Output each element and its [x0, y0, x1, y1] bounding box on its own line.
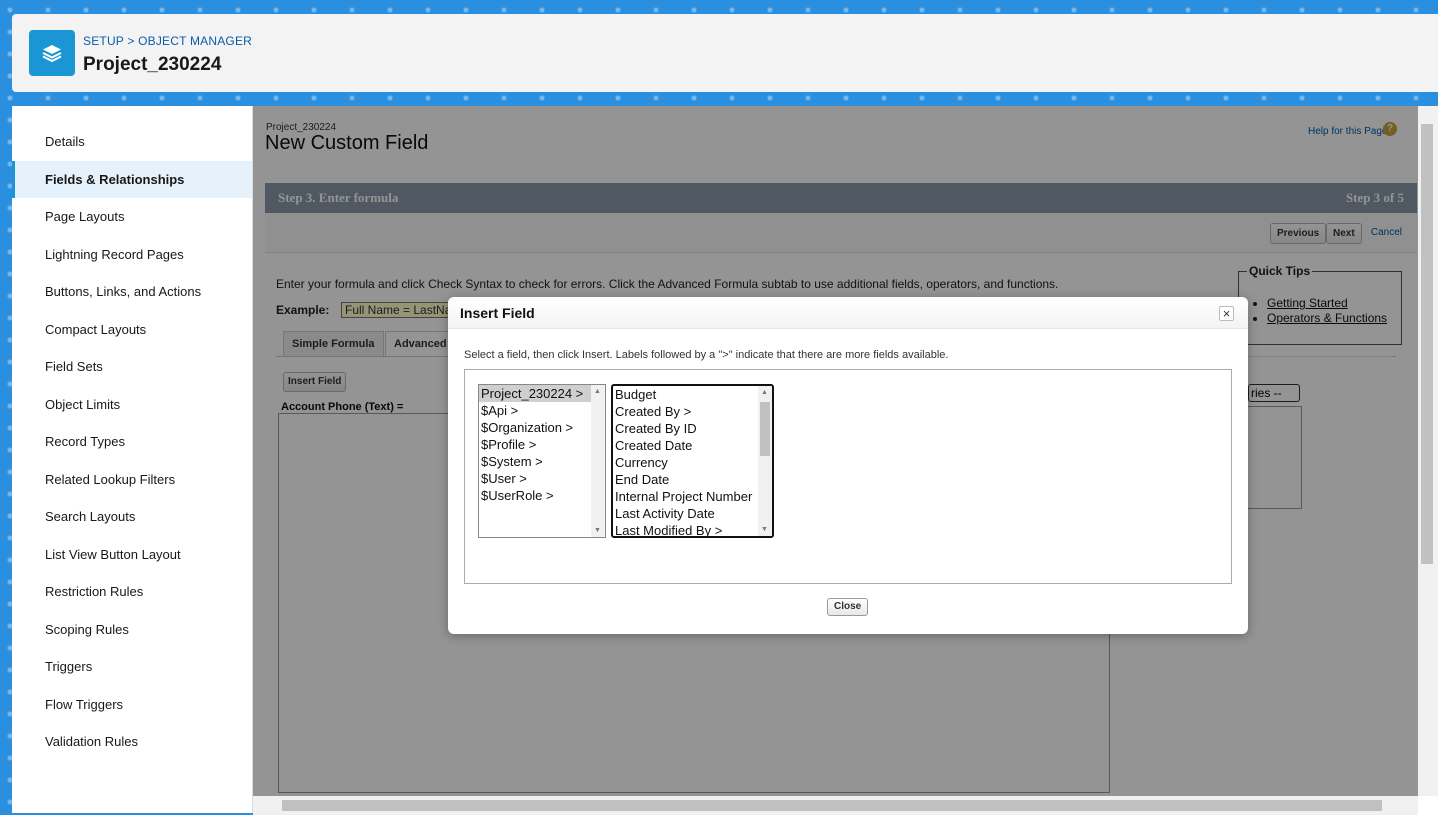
scrollbar-thumb[interactable] [282, 800, 1382, 811]
sidebar-item[interactable]: Compact Layouts [12, 311, 252, 349]
insert-field-dialog: Insert Field × Select a field, then clic… [448, 297, 1248, 634]
breadcrumb-setup[interactable]: SETUP [83, 34, 124, 48]
list-item[interactable]: Last Activity Date [613, 505, 772, 522]
sidebar-item[interactable]: Object Limits [12, 386, 252, 424]
list-item[interactable]: $Api > [479, 402, 605, 419]
sidebar-item[interactable]: Search Layouts [12, 498, 252, 536]
scroll-down-icon[interactable]: ▼ [761, 526, 768, 533]
dialog-header: Insert Field × [448, 297, 1248, 329]
scroll-up-icon[interactable]: ▲ [594, 388, 601, 395]
list-item[interactable]: Created By ID [613, 420, 772, 437]
sidebar-item[interactable]: Buttons, Links, and Actions [12, 273, 252, 311]
list-item[interactable]: End Date [613, 471, 772, 488]
scroll-down-icon[interactable]: ▼ [594, 527, 601, 534]
list-item[interactable]: Last Modified By > [613, 522, 772, 536]
dialog-title: Insert Field [460, 305, 535, 321]
sidebar-item[interactable]: Triggers [12, 648, 252, 686]
list-item[interactable]: $UserRole > [479, 487, 605, 504]
close-button[interactable]: Close [827, 598, 869, 616]
breadcrumb-object-manager[interactable]: OBJECT MANAGER [138, 34, 252, 48]
sidebar-item[interactable]: Validation Rules [12, 723, 252, 761]
object-listbox[interactable]: Project_230224 > $Api > $Organization > $Pr… [478, 384, 606, 538]
list-item[interactable]: Budget [613, 386, 772, 403]
sidebar-item[interactable]: Page Layouts [12, 198, 252, 236]
field-listbox[interactable]: Budget Created By > Created By ID Created D… [611, 384, 774, 538]
sidebar-item[interactable]: Fields & Relationships [12, 160, 252, 198]
list-item[interactable]: Internal Project Number [613, 488, 772, 505]
list-item[interactable]: $User > [479, 470, 605, 487]
sidebar-item[interactable]: Lightning Record Pages [12, 236, 252, 274]
vertical-scrollbar[interactable] [1418, 106, 1438, 796]
page-title: Project_230224 [83, 54, 222, 75]
sidebar-item[interactable]: Restriction Rules [12, 573, 252, 611]
layers-icon [29, 30, 75, 76]
list-item[interactable]: Currency [613, 454, 772, 471]
dialog-instructions: Select a field, then click Insert. Label… [464, 349, 949, 361]
breadcrumb-separator: > [127, 34, 135, 48]
setup-header: SETUP > OBJECT MANAGER Project_230224 [12, 14, 1438, 92]
scrollbar-thumb[interactable] [1421, 124, 1433, 564]
horizontal-scrollbar[interactable] [253, 796, 1418, 815]
object-sidebar: Details Fields & Relationships Page Layout… [12, 106, 253, 813]
list-item[interactable]: Project_230224 > [479, 385, 605, 402]
list-item[interactable]: Created Date [613, 437, 772, 454]
sidebar-item[interactable]: Related Lookup Filters [12, 461, 252, 499]
list-item[interactable]: Created By > [613, 403, 772, 420]
scrollbar-thumb[interactable] [760, 402, 770, 456]
field-picker: Project_230224 > $Api > $Organization > $Pr… [464, 369, 1232, 584]
sidebar-item[interactable]: Details [12, 123, 252, 161]
breadcrumb: SETUP > OBJECT MANAGER [83, 34, 252, 48]
sidebar-item[interactable]: Scoping Rules [12, 611, 252, 649]
sidebar-item[interactable]: Record Types [12, 423, 252, 461]
listbox-scrollbar[interactable]: ▲ ▼ [758, 386, 772, 536]
sidebar-item[interactable]: Flow Triggers [12, 686, 252, 724]
list-item[interactable]: $Profile > [479, 436, 605, 453]
listbox-scrollbar[interactable]: ▲ ▼ [591, 385, 605, 537]
list-item[interactable]: $Organization > [479, 419, 605, 436]
close-icon[interactable]: × [1219, 306, 1234, 321]
list-item[interactable]: $System > [479, 453, 605, 470]
sidebar-item[interactable]: List View Button Layout [12, 536, 252, 574]
sidebar-item[interactable]: Field Sets [12, 348, 252, 386]
scroll-up-icon[interactable]: ▲ [761, 389, 768, 396]
